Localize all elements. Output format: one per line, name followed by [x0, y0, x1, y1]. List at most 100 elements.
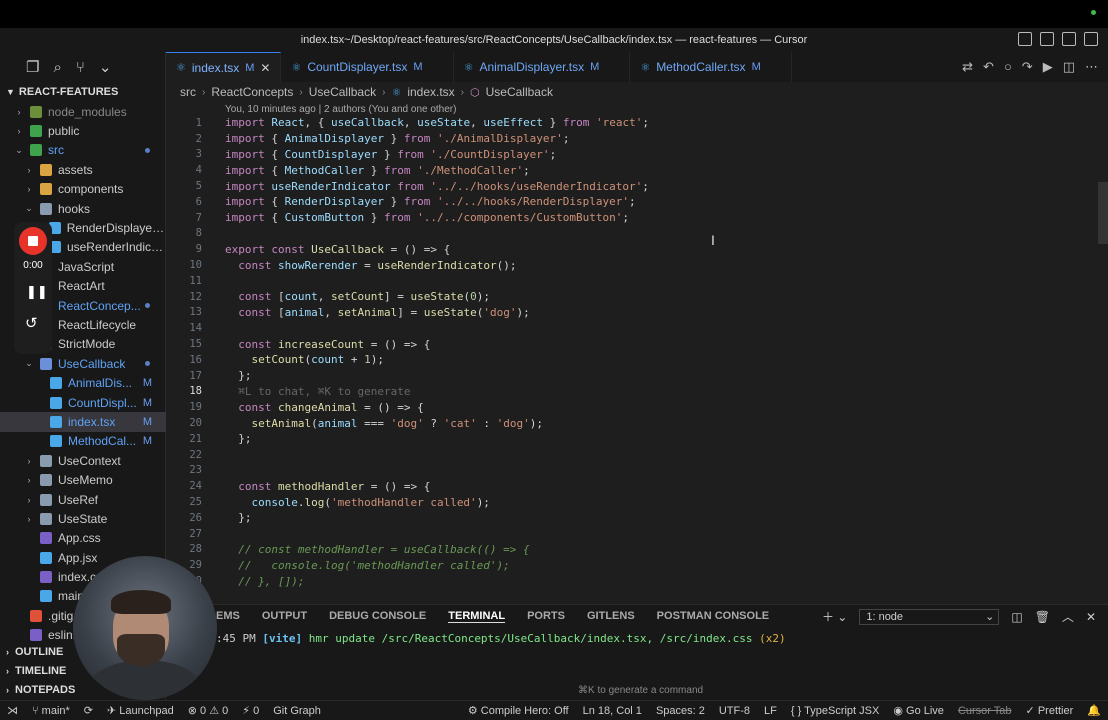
editor-scrollbar[interactable]: [1098, 182, 1108, 244]
code-line[interactable]: 23: [166, 463, 1108, 479]
breadcrumb-item[interactable]: UseCallback: [486, 85, 553, 99]
code-line[interactable]: 29 // console.log('methodHandler called'…: [166, 557, 1108, 573]
git-compare-icon[interactable]: ⇄: [962, 59, 973, 75]
trash-icon[interactable]: 🗑: [1035, 610, 1050, 624]
indentation[interactable]: Spaces: 2: [649, 705, 712, 717]
code-line[interactable]: 22: [166, 447, 1108, 463]
tree-item[interactable]: ⌄ hooks: [0, 199, 166, 218]
code-line[interactable]: 12 const [count, setCount] = useState(0)…: [166, 289, 1108, 305]
code-line[interactable]: 15 const increaseCount = () => {: [166, 336, 1108, 352]
maximize-panel-icon[interactable]: ︿: [1062, 608, 1074, 625]
tree-item[interactable]: MethodCal... M: [0, 432, 166, 451]
close-panel-icon[interactable]: ✕: [1086, 610, 1096, 624]
ports-item[interactable]: ⚡ 0: [235, 704, 266, 717]
code-line[interactable]: 19 const changeAnimal = () => {: [166, 399, 1108, 415]
code-line[interactable]: 1 import React, { useCallback, useState, …: [166, 115, 1108, 131]
code-line[interactable]: 24 const methodHandler = () => {: [166, 478, 1108, 494]
cursor-tab-item[interactable]: Cursor Tab: [951, 705, 1019, 717]
tree-item[interactable]: › components: [0, 180, 166, 199]
git-graph-item[interactable]: Git Graph: [266, 705, 328, 717]
tree-item[interactable]: AnimalDis... M: [0, 373, 166, 392]
panel-tab[interactable]: POSTMAN CONSOLE: [657, 610, 769, 622]
panel-tab[interactable]: EMS: [216, 610, 240, 622]
code-line[interactable]: 16 setCount(count + 1);: [166, 352, 1108, 368]
run-icon[interactable]: ▶: [1043, 59, 1053, 75]
code-line[interactable]: 7 import { CustomButton } from '../../com…: [166, 210, 1108, 226]
split-terminal-icon[interactable]: ◫: [1011, 610, 1022, 624]
code-line[interactable]: 28 // const methodHandler = useCallback(…: [166, 542, 1108, 558]
line-endings[interactable]: LF: [757, 705, 784, 717]
breadcrumb-item[interactable]: index.tsx: [407, 85, 454, 99]
language-mode[interactable]: { } TypeScript JSX: [784, 705, 886, 717]
circle-icon[interactable]: ○: [1004, 59, 1012, 75]
split-editor-icon[interactable]: ◫: [1063, 59, 1075, 75]
terminal-select[interactable]: 1: node ⌄: [859, 608, 1000, 625]
code-line[interactable]: 18 ⌘L to chat, ⌘K to generate: [166, 384, 1108, 400]
panel-tab[interactable]: OUTPUT: [262, 610, 307, 622]
editor-tab[interactable]: ⚛ index.tsx M ✕: [166, 52, 282, 82]
tree-item[interactable]: index.tsx M: [0, 412, 166, 432]
tree-item[interactable]: › assets: [0, 160, 166, 179]
chevron-down-icon[interactable]: ⌄: [99, 58, 112, 76]
go-back-icon[interactable]: ↶: [983, 59, 994, 75]
code-line[interactable]: 9 export const UseCallback = () => {: [166, 241, 1108, 257]
notifications-bell-icon[interactable]: 🔔: [1080, 704, 1108, 717]
branch-item[interactable]: ⑂ main*: [25, 705, 77, 717]
encoding[interactable]: UTF-8: [712, 705, 757, 717]
breadcrumb-item[interactable]: src: [180, 85, 196, 99]
code-line[interactable]: 11: [166, 273, 1108, 289]
tree-item[interactable]: ⌄ UseCallback: [0, 354, 166, 373]
go-live-item[interactable]: ◉ Go Live: [886, 704, 951, 717]
tree-item[interactable]: › UseMemo: [0, 470, 166, 489]
tree-item[interactable]: CountDispl... M: [0, 393, 166, 412]
code-line[interactable]: 6 import { RenderDisplayer } from '../../…: [166, 194, 1108, 210]
compile-hero-item[interactable]: ⚙ Compile Hero: Off: [461, 704, 576, 717]
tree-item[interactable]: › UseRef: [0, 490, 166, 509]
panel-tab[interactable]: PORTS: [527, 610, 565, 622]
tree-item[interactable]: App.css: [0, 529, 166, 548]
breadcrumb-item[interactable]: UseCallback: [309, 85, 376, 99]
code-line[interactable]: 27: [166, 526, 1108, 542]
breadcrumb-item[interactable]: ReactConcepts: [211, 85, 293, 99]
code-line[interactable]: 26 };: [166, 510, 1108, 526]
editor-tab[interactable]: ⚛ MethodCaller.tsx M: [630, 52, 792, 82]
go-forward-icon[interactable]: ↷: [1022, 59, 1033, 75]
new-terminal-icon[interactable]: ＋ ⌄: [822, 608, 847, 625]
source-control-icon[interactable]: ⑂: [76, 59, 85, 76]
tree-item[interactable]: › public: [0, 121, 166, 140]
panel-tab[interactable]: GITLENS: [587, 610, 635, 622]
panel-tab[interactable]: DEBUG CONSOLE: [329, 610, 426, 622]
code-line[interactable]: 5 import useRenderIndicator from '../../h…: [166, 178, 1108, 194]
more-actions-icon[interactable]: ⋯: [1085, 59, 1098, 75]
remote-icon[interactable]: ⋊: [0, 704, 25, 717]
code-line[interactable]: 14: [166, 320, 1108, 336]
code-line[interactable]: 17 };: [166, 368, 1108, 384]
tree-item[interactable]: ⌄ src: [0, 141, 166, 160]
tree-item[interactable]: › UseContext: [0, 451, 166, 470]
cursor-position[interactable]: Ln 18, Col 1: [576, 705, 649, 717]
editor-tab[interactable]: ⚛ AnimalDisplayer.tsx M: [454, 52, 631, 82]
code-line[interactable]: 4 import { MethodCaller } from './MethodC…: [166, 162, 1108, 178]
problems-item[interactable]: ⊗ 0 ⚠ 0: [181, 704, 236, 717]
sync-icon[interactable]: ⟳: [77, 704, 100, 717]
code-line[interactable]: 10 const showRerender = useRenderIndicat…: [166, 257, 1108, 273]
toggle-sidebar-icon[interactable]: [1018, 32, 1032, 46]
code-line[interactable]: 20 setAnimal(animal === 'dog' ? 'cat' : …: [166, 415, 1108, 431]
code-line[interactable]: 8: [166, 226, 1108, 242]
toggle-secondary-sidebar-icon[interactable]: [1062, 32, 1076, 46]
code-line[interactable]: 2 import { AnimalDisplayer } from './Anim…: [166, 131, 1108, 147]
close-icon[interactable]: ✕: [260, 61, 270, 75]
restart-icon[interactable]: ↺: [25, 314, 38, 332]
explorer-header[interactable]: ▼ REACT-FEATURES: [0, 82, 165, 102]
customize-layout-icon[interactable]: [1084, 32, 1098, 46]
tree-item[interactable]: › node_modules: [0, 102, 166, 121]
tree-item[interactable]: › UseState: [0, 509, 166, 528]
code-line[interactable]: 3 import { CountDisplayer } from './Count…: [166, 147, 1108, 163]
panel-tab[interactable]: TERMINAL: [448, 610, 506, 623]
search-icon[interactable]: ⌕: [53, 59, 61, 76]
toggle-panel-icon[interactable]: [1040, 32, 1054, 46]
code-line[interactable]: 30 // }, []);: [166, 573, 1108, 589]
pause-icon[interactable]: ❚❚: [26, 284, 48, 300]
launchpad-item[interactable]: ✈ Launchpad: [100, 704, 181, 717]
stop-recording-button[interactable]: [19, 227, 47, 255]
